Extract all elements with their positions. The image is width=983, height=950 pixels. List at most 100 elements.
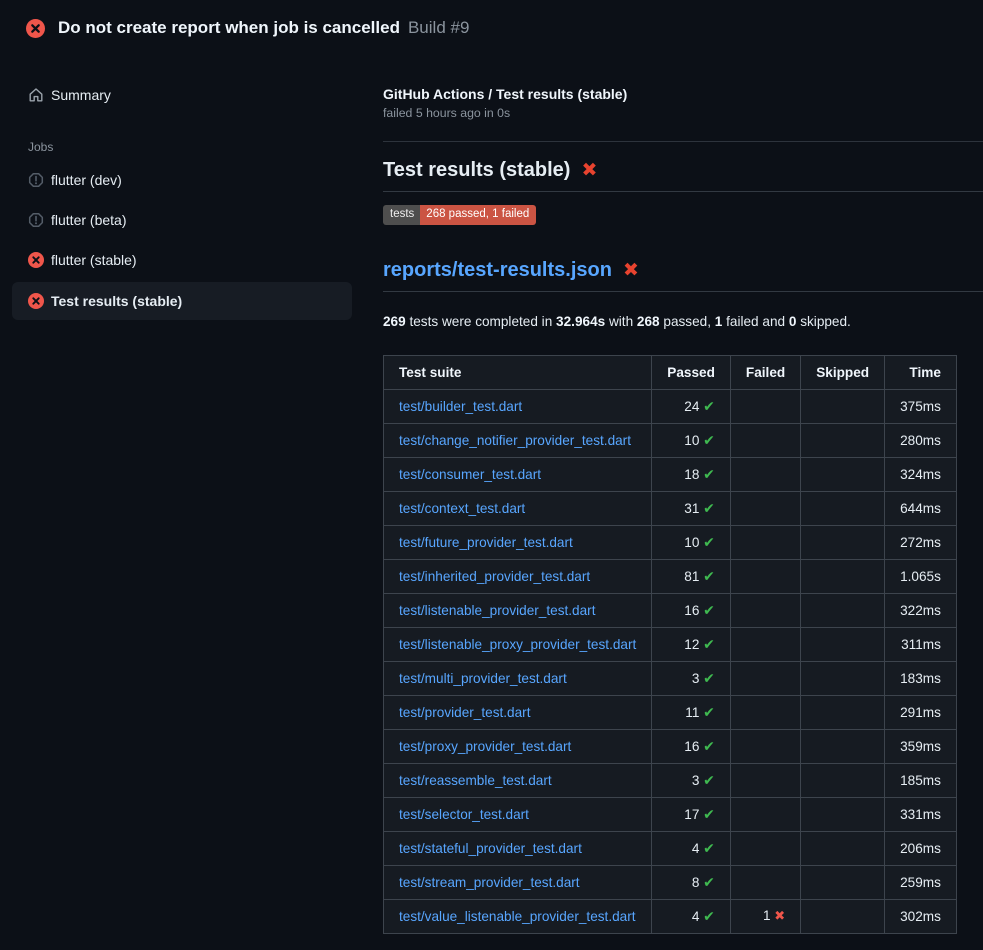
test-suite-link[interactable]: test/selector_test.dart	[399, 807, 529, 822]
test-suite-link[interactable]: test/proxy_provider_test.dart	[399, 739, 571, 754]
test-suite-link[interactable]: test/inherited_provider_test.dart	[399, 569, 590, 584]
suite-cell: test/consumer_test.dart	[384, 457, 652, 491]
skipped-cell	[801, 797, 885, 831]
time-cell: 322ms	[885, 593, 957, 627]
time-cell: 280ms	[885, 423, 957, 457]
check-run-title: Test results (stable) ✖	[383, 159, 983, 182]
summary-fragment: 269	[383, 314, 406, 329]
suite-cell: test/stream_provider_test.dart	[384, 865, 652, 899]
check-run-title-text: Test results (stable)	[383, 159, 570, 182]
check-icon: ✔	[703, 874, 715, 890]
test-suite-link[interactable]: test/stream_provider_test.dart	[399, 875, 580, 890]
test-suite-link[interactable]: test/builder_test.dart	[399, 399, 522, 414]
passed-cell: 10 ✔	[652, 423, 731, 457]
check-icon: ✔	[703, 398, 715, 414]
summary-fragment: 32.964s	[556, 314, 605, 329]
time-cell: 272ms	[885, 525, 957, 559]
passed-cell: 17 ✔	[652, 797, 731, 831]
x-circle-icon	[26, 19, 45, 38]
suite-cell: test/change_notifier_provider_test.dart	[384, 423, 652, 457]
test-suite-link[interactable]: test/change_notifier_provider_test.dart	[399, 433, 631, 448]
page-header: Do not create report when job is cancell…	[0, 0, 983, 56]
stop-icon	[28, 172, 44, 188]
suite-cell: test/context_test.dart	[384, 491, 652, 525]
time-cell: 206ms	[885, 831, 957, 865]
failed-cell	[730, 593, 800, 627]
check-icon: ✔	[703, 466, 715, 482]
breadcrumb: GitHub Actions / Test results (stable)	[383, 86, 983, 102]
divider	[383, 141, 983, 142]
test-suite-link[interactable]: test/consumer_test.dart	[399, 467, 541, 482]
summary-fragment: 268	[637, 314, 660, 329]
test-suite-link[interactable]: test/reassemble_test.dart	[399, 773, 552, 788]
passed-cell: 18 ✔	[652, 457, 731, 491]
report-file-heading[interactable]: reports/test-results.json ✖	[383, 259, 983, 282]
check-icon: ✔	[703, 602, 715, 618]
sidebar-item-summary[interactable]: Summary	[12, 80, 352, 110]
suite-cell: test/listenable_proxy_provider_test.dart	[384, 627, 652, 661]
check-icon: ✔	[703, 432, 715, 448]
col-header-time: Time	[885, 355, 957, 389]
test-suite-link[interactable]: test/context_test.dart	[399, 501, 525, 516]
table-row: test/stateful_provider_test.dart 4 ✔ 206ms	[384, 831, 957, 865]
suite-cell: test/inherited_provider_test.dart	[384, 559, 652, 593]
test-suite-link[interactable]: test/future_provider_test.dart	[399, 535, 573, 550]
skipped-cell	[801, 423, 885, 457]
table-row: test/stream_provider_test.dart8 ✔259ms	[384, 865, 957, 899]
report-file-link[interactable]: reports/test-results.json	[383, 259, 612, 282]
test-suite-link[interactable]: test/stateful_provider_test.dart	[399, 841, 582, 856]
time-cell: 183ms	[885, 661, 957, 695]
build-number: Build #9	[408, 18, 469, 38]
passed-cell: 24 ✔	[652, 389, 731, 423]
suite-cell: test/reassemble_test.dart	[384, 763, 652, 797]
table-header-row: Test suite Passed Failed Skipped Time	[384, 355, 957, 389]
skipped-cell	[801, 899, 885, 933]
failed-cell	[730, 491, 800, 525]
skipped-cell	[801, 457, 885, 491]
badge-label: tests	[383, 205, 420, 225]
time-cell: 359ms	[885, 729, 957, 763]
test-summary-sentence: 269 tests were completed in 32.964s with…	[383, 314, 983, 329]
suite-cell: test/builder_test.dart	[384, 389, 652, 423]
test-suite-link[interactable]: test/provider_test.dart	[399, 705, 530, 720]
passed-cell: 4 ✔	[652, 831, 731, 865]
job-label: Test results (stable)	[51, 293, 182, 309]
sidebar-item-label: Summary	[51, 87, 111, 103]
check-icon: ✔	[703, 636, 715, 652]
table-row: test/selector_test.dart 17 ✔ 331ms	[384, 797, 957, 831]
failed-cell	[730, 661, 800, 695]
table-row: test/multi_provider_test.dart3 ✔183ms	[384, 661, 957, 695]
table-row: test/consumer_test.dart18 ✔324ms	[384, 457, 957, 491]
tests-badge: tests 268 passed, 1 failed	[383, 205, 536, 225]
passed-cell: 16 ✔	[652, 729, 731, 763]
home-icon	[28, 87, 44, 103]
job-label: flutter (dev)	[51, 172, 122, 188]
sidebar-job-item[interactable]: Test results (stable)	[12, 282, 352, 320]
time-cell: 1.065s	[885, 559, 957, 593]
passed-cell: 11 ✔	[652, 695, 731, 729]
test-suite-link[interactable]: test/listenable_provider_test.dart	[399, 603, 595, 618]
check-icon: ✔	[703, 840, 715, 856]
test-suite-link[interactable]: test/multi_provider_test.dart	[399, 671, 567, 686]
sidebar-job-item[interactable]: flutter (stable)	[12, 240, 352, 280]
skipped-cell	[801, 389, 885, 423]
check-icon: ✔	[703, 704, 715, 720]
col-header-test-suite: Test suite	[384, 355, 652, 389]
table-row: test/listenable_provider_test.dart16 ✔32…	[384, 593, 957, 627]
table-row: test/builder_test.dart24 ✔375ms	[384, 389, 957, 423]
test-suite-link[interactable]: test/listenable_proxy_provider_test.dart	[399, 637, 636, 652]
sidebar-job-item[interactable]: flutter (beta)	[12, 200, 352, 240]
time-cell: 331ms	[885, 797, 957, 831]
job-label: flutter (stable)	[51, 252, 137, 268]
passed-cell: 31 ✔	[652, 491, 731, 525]
test-suite-link[interactable]: test/value_listenable_provider_test.dart	[399, 909, 636, 924]
check-icon: ✔	[703, 500, 715, 516]
col-header-skipped: Skipped	[801, 355, 885, 389]
time-cell: 302ms	[885, 899, 957, 933]
check-icon: ✔	[703, 738, 715, 754]
check-icon: ✔	[703, 908, 715, 924]
divider	[383, 191, 983, 192]
suite-cell: test/future_provider_test.dart	[384, 525, 652, 559]
suite-cell: test/provider_test.dart	[384, 695, 652, 729]
sidebar-job-item[interactable]: flutter (dev)	[12, 160, 352, 200]
